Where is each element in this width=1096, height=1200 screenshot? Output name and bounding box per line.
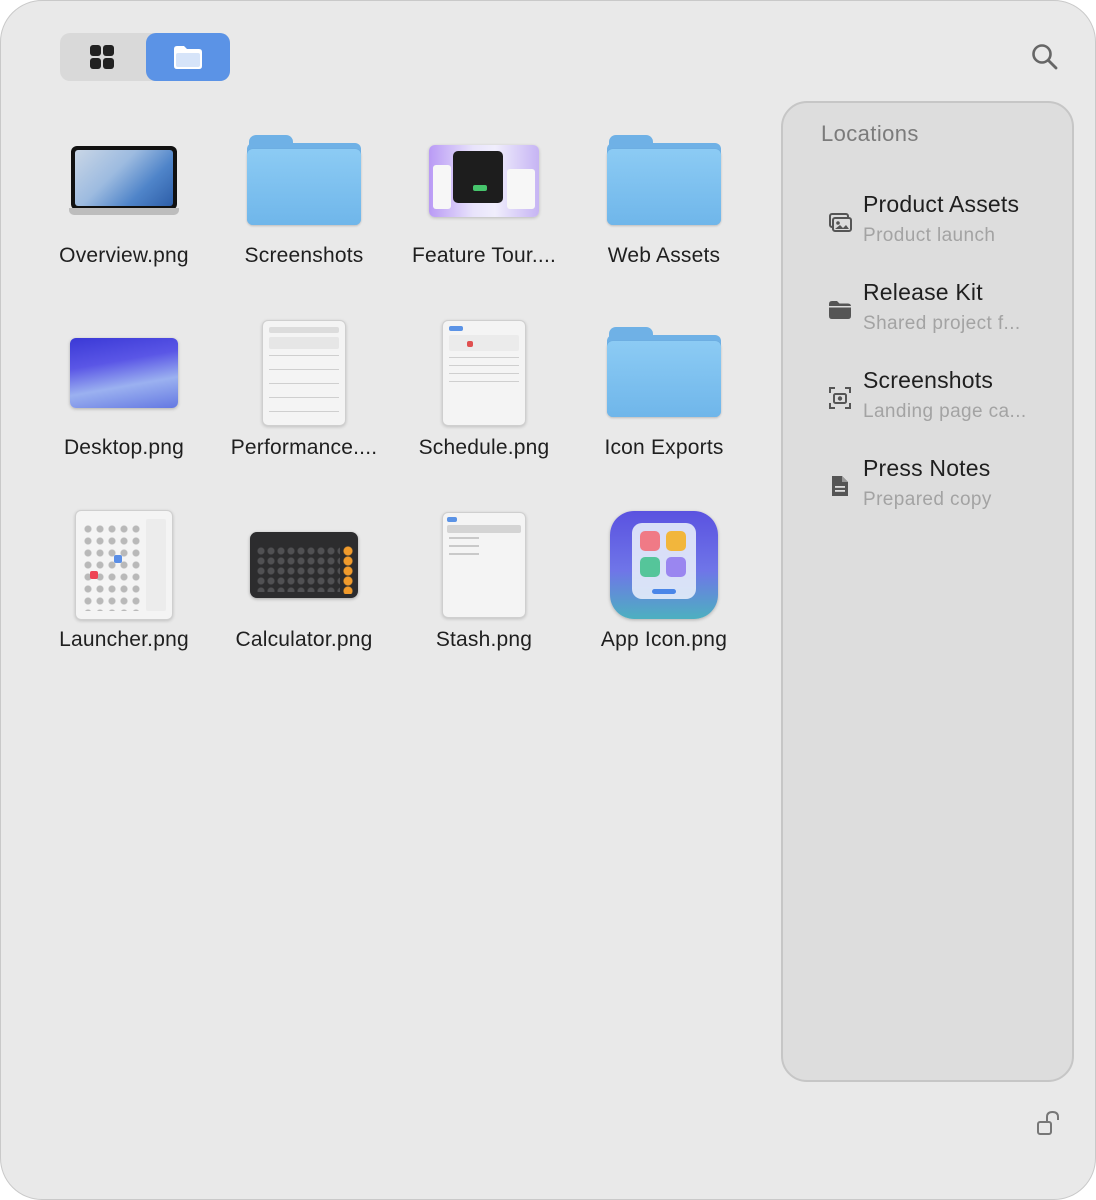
- location-item-screenshots[interactable]: Screenshots Landing page ca...: [827, 367, 1057, 447]
- grid-icon: [90, 45, 114, 69]
- file-picker-window: Overview.png Screenshots Feature Tour...…: [0, 0, 1096, 1200]
- file-name: Performance....: [230, 436, 378, 459]
- screenshot-icon: [829, 387, 851, 409]
- location-item-press-notes[interactable]: Press Notes Prepared copy: [827, 455, 1057, 535]
- performance-thumbnail: [214, 313, 394, 433]
- file-name: Icon Exports: [604, 436, 724, 459]
- file-item[interactable]: Desktop.png: [34, 313, 214, 503]
- launcher-thumbnail: [34, 505, 214, 625]
- location-subtitle: Shared project f...: [863, 313, 1021, 334]
- file-name: Overview.png: [59, 244, 189, 267]
- location-title: Product Assets: [863, 191, 1020, 217]
- folder-item[interactable]: Screenshots: [214, 121, 394, 311]
- location-subtitle: Landing page ca...: [863, 401, 1027, 422]
- file-name: Feature Tour....: [411, 244, 557, 267]
- folder-icon: [829, 301, 851, 319]
- folder-view-button[interactable]: [146, 33, 230, 81]
- location-title: Screenshots: [863, 367, 994, 393]
- file-item[interactable]: Schedule.png: [394, 313, 574, 503]
- folder-item[interactable]: Icon Exports: [574, 313, 754, 503]
- calculator-thumbnail: [214, 505, 394, 625]
- file-name: Stash.png: [435, 628, 533, 651]
- location-subtitle: Prepared copy: [863, 489, 992, 510]
- file-name: Launcher.png: [59, 628, 189, 651]
- file-item[interactable]: Performance....: [214, 313, 394, 503]
- file-name: App Icon.png: [600, 628, 728, 651]
- file-item[interactable]: Launcher.png: [34, 505, 214, 695]
- desktop-wallpaper-thumbnail: [34, 313, 214, 433]
- app-icon-thumbnail: [574, 505, 754, 625]
- location-item-release-kit[interactable]: Release Kit Shared project f...: [827, 279, 1057, 359]
- sidebar-title: Locations: [821, 121, 919, 146]
- grid-view-button[interactable]: [60, 33, 144, 81]
- file-item[interactable]: App Icon.png: [574, 505, 754, 695]
- view-mode-segmented-control: [60, 33, 230, 81]
- file-name: Schedule.png: [418, 436, 550, 459]
- search-icon: [1032, 44, 1058, 70]
- folder-icon: [574, 121, 754, 241]
- photos-icon: [829, 213, 852, 232]
- search-button[interactable]: [1029, 41, 1061, 73]
- locations-sidebar: Locations Product Assets Product launch …: [781, 101, 1074, 1082]
- schedule-thumbnail: [394, 313, 574, 433]
- laptop-thumbnail: [34, 121, 214, 241]
- unlock-icon[interactable]: [1035, 1109, 1063, 1137]
- location-subtitle: Product launch: [863, 225, 996, 246]
- folder-icon: [214, 121, 394, 241]
- file-item[interactable]: Overview.png: [34, 121, 214, 311]
- document-icon: [832, 476, 848, 496]
- file-name: Screenshots: [244, 244, 364, 267]
- location-title: Press Notes: [863, 455, 991, 481]
- file-item[interactable]: Calculator.png: [214, 505, 394, 695]
- location-title: Release Kit: [863, 279, 983, 305]
- feature-tour-thumbnail: [394, 121, 574, 241]
- location-item-product-assets[interactable]: Product Assets Product launch: [827, 191, 1057, 271]
- folder-item[interactable]: Web Assets: [574, 121, 754, 311]
- file-item[interactable]: Stash.png: [394, 505, 574, 695]
- file-name: Calculator.png: [235, 628, 373, 651]
- file-item[interactable]: Feature Tour....: [394, 121, 574, 311]
- folder-icon: [174, 46, 202, 69]
- stash-thumbnail: [394, 505, 574, 625]
- folder-icon: [574, 313, 754, 433]
- file-name: Desktop.png: [63, 436, 185, 459]
- file-name: Web Assets: [607, 244, 721, 267]
